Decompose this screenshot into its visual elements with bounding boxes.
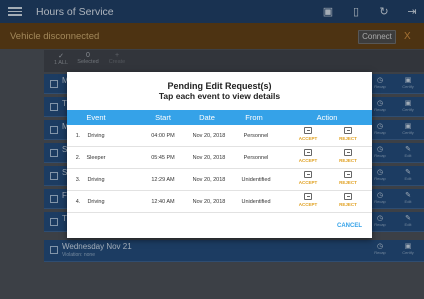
accept-button[interactable]: ACCEPT xyxy=(293,171,323,185)
accept-button[interactable]: ACCEPT xyxy=(293,149,323,163)
accept-icon xyxy=(304,149,312,156)
reject-button[interactable]: REJECT xyxy=(333,149,363,163)
accept-icon xyxy=(304,127,312,134)
app-window: Hours of Service ▣ ▯ ↻ ⇥ Vehicle disconn… xyxy=(0,0,424,299)
table-row[interactable]: 1. Driving 04:00 PM Nov 20, 2018 Personn… xyxy=(67,125,372,147)
column-header-from: From xyxy=(245,113,263,122)
column-header-start: Start xyxy=(155,113,171,122)
reject-icon xyxy=(344,193,352,200)
table-header: Event Start Date From Action xyxy=(67,110,372,125)
table-row[interactable]: 2. Sleeper 05:45 PM Nov 20, 2018 Personn… xyxy=(67,147,372,169)
pending-edit-requests-dialog: Pending Edit Request(s) Tap each event t… xyxy=(67,72,372,238)
column-header-event: Event xyxy=(86,113,106,122)
dialog-subtitle: Tap each event to view details xyxy=(158,91,281,101)
accept-button[interactable]: ACCEPT xyxy=(293,127,323,141)
accept-icon xyxy=(304,171,312,178)
reject-button[interactable]: REJECT xyxy=(333,127,363,141)
column-header-action: Action xyxy=(316,113,338,122)
accept-icon xyxy=(304,193,312,200)
column-header-date: Date xyxy=(199,113,215,122)
table-row[interactable]: 3. Driving 12:29 AM Nov 20, 2018 Unident… xyxy=(67,169,372,191)
cancel-button[interactable]: CANCEL xyxy=(337,223,362,229)
dialog-title: Pending Edit Request(s) xyxy=(167,81,272,91)
table-row[interactable]: 4. Driving 12:40 AM Nov 20, 2018 Unident… xyxy=(67,191,372,213)
reject-icon xyxy=(344,127,352,134)
reject-button[interactable]: REJECT xyxy=(333,193,363,207)
accept-button[interactable]: ACCEPT xyxy=(293,193,323,207)
reject-icon xyxy=(344,171,352,178)
reject-button[interactable]: REJECT xyxy=(333,171,363,185)
reject-icon xyxy=(344,149,352,156)
